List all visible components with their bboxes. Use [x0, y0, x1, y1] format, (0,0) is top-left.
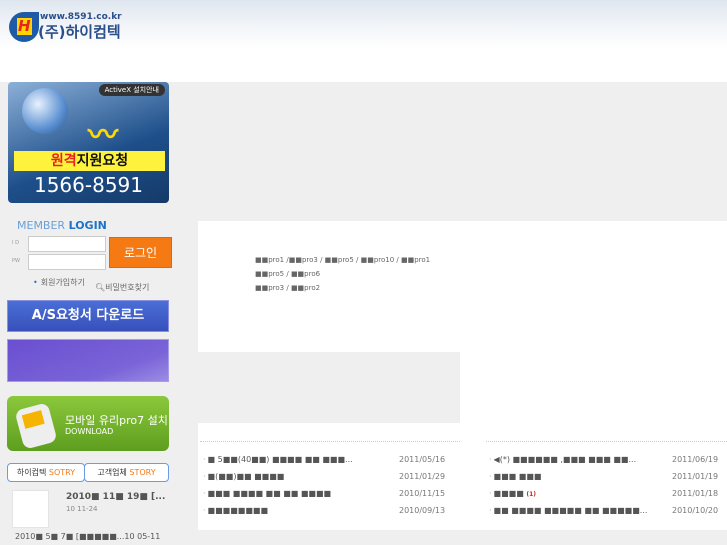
- arrow-icon: 〰: [88, 118, 118, 153]
- product-line[interactable]: ■■pro1 /■■pro3 / ■■pro5 / ■■pro10 / ■■pr…: [255, 255, 445, 265]
- mobile-download-banner[interactable]: 모바일 유리pro7 설치 DOWNLOAD: [7, 396, 169, 451]
- mobile-sub: DOWNLOAD: [65, 427, 114, 436]
- activex-install-link[interactable]: ActiveX 설치안내: [98, 84, 165, 96]
- list-item[interactable]: · ■(■■)■■ ■■■■ 2011/01/29: [203, 472, 453, 489]
- member-login-title: MEMBER LOGIN: [17, 219, 107, 232]
- story-title[interactable]: 2010■ 11■ 19■ [...: [66, 492, 165, 502]
- list-item[interactable]: · ■■■■■■■■ 2010/09/13: [203, 506, 453, 523]
- grey-panel: [198, 352, 460, 423]
- search-icon: 🔍︎: [95, 283, 106, 292]
- purple-banner[interactable]: [7, 339, 169, 382]
- id-input[interactable]: [28, 236, 106, 252]
- globe-icon: [22, 88, 68, 134]
- logo-letter: H: [17, 17, 32, 35]
- remote-support-banner[interactable]: ActiveX 설치안내 〰 원격지원요청 1566-8591: [8, 82, 169, 203]
- logo-icon[interactable]: H: [9, 12, 39, 42]
- divider: [486, 441, 727, 442]
- device-icon: [14, 402, 58, 450]
- comment-count-badge: (1): [526, 491, 536, 498]
- id-label: I D: [12, 240, 19, 246]
- news-list-right: · ◀(*) ■■■■■■ ,■■■ ■■■ ■■... 2011/06/19 · ■…: [489, 455, 727, 523]
- as-download-button[interactable]: A/S요청서 다운로드: [7, 300, 169, 332]
- login-button[interactable]: 로그인: [109, 237, 172, 268]
- story-date: 10 11-24: [66, 505, 98, 513]
- phone-number: 1566-8591: [33, 173, 143, 197]
- mobile-title: 모바일 유리pro7 설치: [65, 414, 168, 427]
- list-item[interactable]: · ◀(*) ■■■■■■ ,■■■ ■■■ ■■... 2011/06/19: [489, 455, 727, 472]
- tab-hicomtech-story[interactable]: 하이컴텍 SOTRY: [7, 463, 85, 482]
- product-line[interactable]: ■■pro3 / ■■pro2: [255, 283, 445, 293]
- white-panel: [460, 352, 727, 423]
- list-item[interactable]: · ■■■ ■■■■ ■■ ■■ ■■■■ 2010/11/15: [203, 489, 453, 506]
- join-link[interactable]: 회원가입하기: [33, 277, 85, 288]
- promo-panel: [197, 82, 727, 221]
- tab-customer-story[interactable]: 고객업체 STORY: [84, 463, 169, 482]
- story-item[interactable]: 2010■ 5■ 7■ [■■■■■...10 05-11: [15, 532, 160, 541]
- find-password-label: 비밀번호찾기: [105, 283, 150, 292]
- company-name[interactable]: (주)하이컴텍: [38, 21, 121, 42]
- remote-request-label: 원격지원요청: [14, 151, 165, 171]
- product-list: ■■pro1 /■■pro3 / ■■pro5 / ■■pro10 / ■■pr…: [255, 255, 445, 297]
- pw-label: PW: [12, 258, 20, 264]
- divider: [200, 441, 460, 442]
- list-item[interactable]: · ■■■ ■■■ 2011/01/19: [489, 472, 727, 489]
- product-line[interactable]: ■■pro5 / ■■pro6: [255, 269, 445, 279]
- news-list-left: · ■ 5■■(40■■) ■■■■ ■■ ■■■... 2011/05/16 · ■…: [203, 455, 453, 523]
- password-input[interactable]: [28, 254, 106, 270]
- list-item[interactable]: · ■ 5■■(40■■) ■■■■ ■■ ■■■... 2011/05/16: [203, 455, 453, 472]
- list-item[interactable]: · ■■ ■■■■ ■■■■■ ■■ ■■■■■... 2010/10/20: [489, 506, 727, 523]
- find-password-link[interactable]: 🔍︎비밀번호찾기: [95, 282, 149, 293]
- story-thumbnail[interactable]: [12, 490, 49, 528]
- list-item[interactable]: · ■■■■ (1) 2011/01/18: [489, 489, 727, 506]
